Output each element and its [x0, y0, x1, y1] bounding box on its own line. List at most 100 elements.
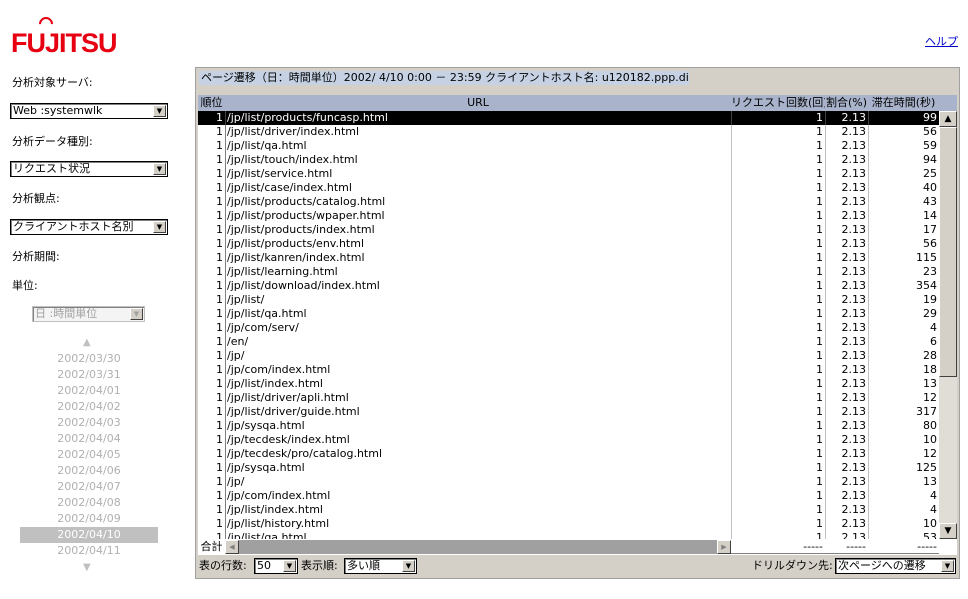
cell-ratio: 2.13 [825, 517, 868, 531]
table-row[interactable]: 1/jp/list/qa.html 1 2.13 29 [198, 307, 939, 321]
order-select[interactable]: 多い順 ▼ [344, 558, 417, 574]
cell-rank: 1 [216, 377, 223, 390]
table-row[interactable]: 1/jp/list/index.html 1 2.13 13 [198, 377, 939, 391]
cell-stay: 29 [868, 307, 939, 321]
date-item[interactable]: 2002/04/04 [20, 431, 158, 447]
date-item[interactable]: 2002/04/11 [20, 543, 158, 559]
chevron-down-icon[interactable]: ▼ [153, 221, 166, 233]
table-row[interactable]: 1/jp/list/1 2.13 19 [198, 293, 939, 307]
table-row[interactable]: 1/jp/list/qa.html 1 2.13 53 [198, 531, 939, 539]
chevron-down-icon[interactable]: ▼ [130, 308, 143, 320]
cell-url: /jp/list/ [225, 293, 731, 307]
vertical-scrollbar[interactable]: ▲ ▼ [939, 111, 957, 539]
table-row[interactable]: 1/jp/list/touch/index.html 1 2.13 94 [198, 153, 939, 167]
table-row[interactable]: 1/jp/list/kanren/index.html 1 2.13 115 [198, 251, 939, 265]
table-row[interactable]: 1/jp/list/history.html 1 2.13 10 [198, 517, 939, 531]
cell-url: /jp/list/index.html [225, 377, 731, 391]
table-row[interactable]: 1/jp/list/products/env.html 1 2.13 56 [198, 237, 939, 251]
cell-requests: 1 [731, 391, 825, 405]
date-item[interactable]: 2002/04/09 [20, 511, 158, 527]
date-item[interactable]: 2002/04/10 [20, 527, 158, 543]
date-item[interactable]: 2002/04/03 [20, 415, 158, 431]
date-item[interactable]: 2002/04/01 [20, 383, 158, 399]
cell-rank: 1 [216, 461, 223, 474]
cell-url: /jp/list/driver/index.html [225, 125, 731, 139]
scroll-left-icon[interactable]: ◀ [225, 540, 239, 554]
table-row[interactable]: 1/jp/1 2.13 28 [198, 349, 939, 363]
table-row[interactable]: 1/jp/list/qa.html 1 2.13 59 [198, 139, 939, 153]
table-row[interactable]: 1/jp/list/learning.html 1 2.13 23 [198, 265, 939, 279]
chevron-down-icon[interactable]: ▼ [402, 560, 415, 572]
table-row[interactable]: 1/jp/tecdesk/pro/catalog.html 1 2.13 12 [198, 447, 939, 461]
date-item[interactable]: 2002/04/05 [20, 447, 158, 463]
table-row[interactable]: 1/jp/list/index.html 1 2.13 4 [198, 503, 939, 517]
table-row[interactable]: 1/jp/list/service.html 1 2.13 25 [198, 167, 939, 181]
cell-requests: 1 [731, 111, 825, 125]
date-item[interactable]: 2002/03/31 [20, 367, 158, 383]
rows-count-value: 50 [257, 559, 271, 572]
date-item[interactable]: 2002/03/30 [20, 351, 158, 367]
table-row[interactable]: 1/jp/com/serv/1 2.13 4 [198, 321, 939, 335]
table-row[interactable]: 1/jp/1 2.13 13 [198, 475, 939, 489]
column-header-url[interactable]: URL [225, 95, 731, 111]
help-link[interactable]: ヘルプ [925, 33, 958, 49]
table-row[interactable]: 1/jp/list/products/catalog.html 1 2.13 43 [198, 195, 939, 209]
date-item[interactable]: 2002/04/08 [20, 495, 158, 511]
cell-url: /en/ [225, 335, 731, 349]
cell-url: /jp/list/products/env.html [225, 237, 731, 251]
cell-rank: 1 [216, 111, 223, 124]
table-row[interactable]: 1/en/1 2.13 6 [198, 335, 939, 349]
date-item[interactable]: 2002/04/07 [20, 479, 158, 495]
chevron-down-icon[interactable]: ▼ [153, 163, 166, 175]
rows-count-select[interactable]: 50 ▼ [254, 558, 298, 574]
table-row[interactable]: 1/jp/sysqa.html 1 2.13 125 [198, 461, 939, 475]
table-row[interactable]: 1/jp/com/index.html 1 2.13 18 [198, 363, 939, 377]
column-header-rank[interactable]: 順位 [198, 95, 225, 111]
cell-rank: 1 [216, 181, 223, 194]
cell-requests: 1 [731, 321, 825, 335]
column-header-requests[interactable]: リクエスト回数(回) [731, 95, 825, 111]
date-scroll-up-icon[interactable]: ▲ [83, 337, 91, 348]
horizontal-scroll-thumb[interactable] [239, 540, 717, 554]
cell-requests: 1 [731, 307, 825, 321]
server-select[interactable]: Web :systemwlk ▼ [10, 103, 168, 119]
date-item[interactable]: 2002/04/02 [20, 399, 158, 415]
column-header-ratio[interactable]: 割合(%) [825, 95, 868, 111]
cell-requests: 1 [731, 251, 825, 265]
cell-rank: 1 [216, 349, 223, 362]
column-header-stay[interactable]: 滞在時間(秒) [868, 95, 939, 111]
data-type-select[interactable]: リクエスト状況 ▼ [10, 161, 168, 177]
unit-select[interactable]: 日 :時間単位 ▼ [32, 306, 145, 322]
total-stay: ----- [868, 540, 939, 554]
table-row[interactable]: 1/jp/list/products/index.html 1 2.13 17 [198, 223, 939, 237]
table-row[interactable]: 1/jp/tecdesk/index.html 1 2.13 10 [198, 433, 939, 447]
cell-url: /jp/list/products/wpaper.html [225, 209, 731, 223]
chevron-down-icon[interactable]: ▼ [283, 560, 296, 572]
vertical-scroll-thumb[interactable] [939, 127, 957, 377]
date-scroll-down-icon[interactable]: ▼ [83, 562, 91, 573]
table-row[interactable]: 1/jp/list/driver/index.html 1 2.13 56 [198, 125, 939, 139]
horizontal-scrollbar[interactable]: ◀ ▶ [225, 540, 731, 554]
viewpoint-select[interactable]: クライアントホスト名別 ▼ [10, 219, 168, 235]
cell-rank: 1 [216, 167, 223, 180]
date-item[interactable]: 2002/04/06 [20, 463, 158, 479]
table-row[interactable]: 1/jp/list/case/index.html 1 2.13 40 [198, 181, 939, 195]
table-row[interactable]: 1/jp/list/products/funcasp.html 1 2.13 99 [198, 111, 939, 125]
table-row[interactable]: 1/jp/list/driver/guide.html 1 2.13 317 [198, 405, 939, 419]
table-row[interactable]: 1/jp/list/products/wpaper.html 1 2.13 14 [198, 209, 939, 223]
cell-rank: 1 [216, 391, 223, 404]
table-row[interactable]: 1/jp/list/download/index.html 1 2.13 354 [198, 279, 939, 293]
scroll-right-icon[interactable]: ▶ [717, 540, 731, 554]
table-row[interactable]: 1/jp/list/driver/apli.html 1 2.13 12 [198, 391, 939, 405]
chevron-down-icon[interactable]: ▼ [941, 560, 954, 572]
cell-ratio: 2.13 [825, 139, 868, 153]
scroll-down-icon[interactable]: ▼ [939, 523, 957, 539]
drilldown-select[interactable]: 次ページへの遷移 ▼ [835, 558, 956, 574]
scroll-up-icon[interactable]: ▲ [939, 111, 957, 127]
table-row[interactable]: 1/jp/sysqa.html 1 2.13 80 [198, 419, 939, 433]
table-row[interactable]: 1/jp/com/index.html 1 2.13 4 [198, 489, 939, 503]
unit-label: 単位: [12, 279, 38, 292]
chevron-down-icon[interactable]: ▼ [153, 105, 166, 117]
cell-stay: 4 [868, 489, 939, 503]
cell-url: /jp/list/learning.html [225, 265, 731, 279]
